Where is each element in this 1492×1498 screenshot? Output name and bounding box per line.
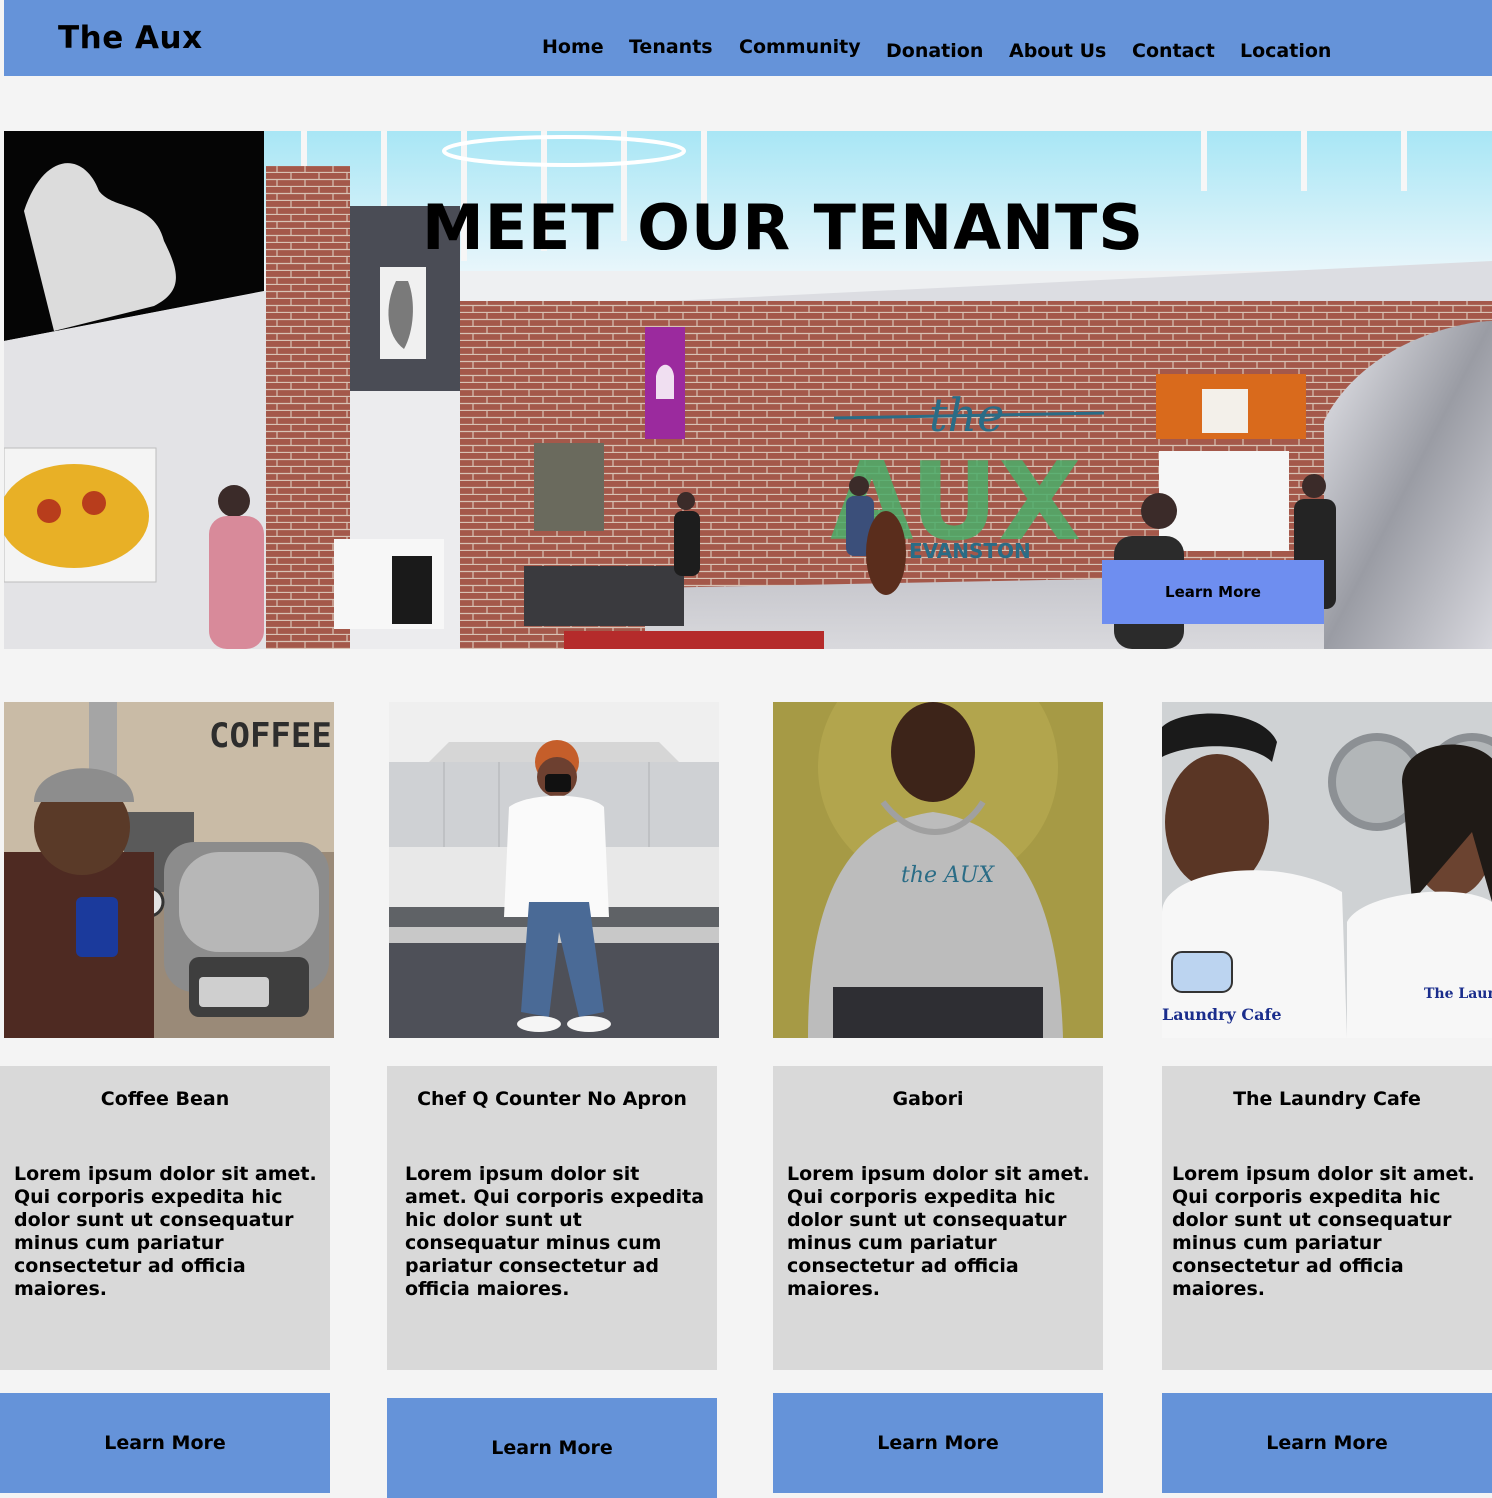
tenant-name: Coffee Bean xyxy=(100,1088,230,1110)
tenant-description: Lorem ipsum dolor sit amet. Qui corporis… xyxy=(14,1163,317,1300)
tenant-description: Lorem ipsum dolor sit amet. Qui corporis… xyxy=(405,1163,705,1300)
tenant-name: Gabori xyxy=(892,1088,964,1110)
tenant-name: Chef Q Counter No Apron xyxy=(417,1088,687,1110)
tenant-photo-coffee-bean: COFFEE RANG xyxy=(4,702,334,1038)
tenant-name: The Laundry Cafe xyxy=(1233,1088,1421,1110)
laundry-cafe-learn-more-button[interactable]: Learn More xyxy=(1162,1393,1492,1493)
tenant-description: Lorem ipsum dolor sit amet. Qui corporis… xyxy=(787,1163,1090,1300)
nav-community[interactable]: Community xyxy=(739,36,861,58)
hoodie-logo-text: the AUX xyxy=(901,863,995,888)
tenant-photo-gabori: the AUX xyxy=(773,702,1103,1038)
chef-q-learn-more-button[interactable]: Learn More xyxy=(387,1398,717,1498)
nav-contact[interactable]: Contact xyxy=(1132,40,1215,62)
tenant-photo-laundry-cafe: Laundry Cafe The Laund xyxy=(1162,702,1492,1038)
gabori-learn-more-button[interactable]: Learn More xyxy=(773,1393,1103,1493)
tenant-photo-chef-q xyxy=(389,702,719,1038)
coffee-wall-sign: COFFEE RANG xyxy=(209,716,334,756)
nav-tenants[interactable]: Tenants xyxy=(629,36,713,58)
coffee-bean-learn-more-button[interactable]: Learn More xyxy=(0,1393,330,1493)
shirt-text-left: Laundry Cafe xyxy=(1162,1005,1282,1024)
tenant-card-coffee-bean: Coffee Bean Lorem ipsum dolor sit amet. … xyxy=(0,1066,330,1370)
navbar: The Aux Home Tenants Community Donation … xyxy=(4,0,1492,76)
hero-banner: the AUX EVANSTON MEET OUR TENANTS Learn … xyxy=(4,131,1492,649)
nav-donation[interactable]: Donation xyxy=(886,40,983,62)
site-brand[interactable]: The Aux xyxy=(58,20,203,56)
tenant-description: Lorem ipsum dolor sit amet. Qui corporis… xyxy=(1172,1163,1475,1300)
svg-text:EVANSTON: EVANSTON xyxy=(909,539,1031,563)
nav-location[interactable]: Location xyxy=(1240,40,1331,62)
hero-title: MEET OUR TENANTS xyxy=(422,191,1145,264)
tenant-card-gabori: Gabori Lorem ipsum dolor sit amet. Qui c… xyxy=(773,1066,1103,1370)
nav-about-us[interactable]: About Us xyxy=(1009,40,1106,62)
hero-learn-more-button[interactable]: Learn More xyxy=(1102,560,1324,624)
tenant-card-laundry-cafe: The Laundry Cafe Lorem ipsum dolor sit a… xyxy=(1162,1066,1492,1370)
nav-home[interactable]: Home xyxy=(542,36,604,58)
tenant-card-chef-q: Chef Q Counter No Apron Lorem ipsum dolo… xyxy=(387,1066,717,1370)
shirt-text-right: The Laund xyxy=(1424,986,1492,1002)
